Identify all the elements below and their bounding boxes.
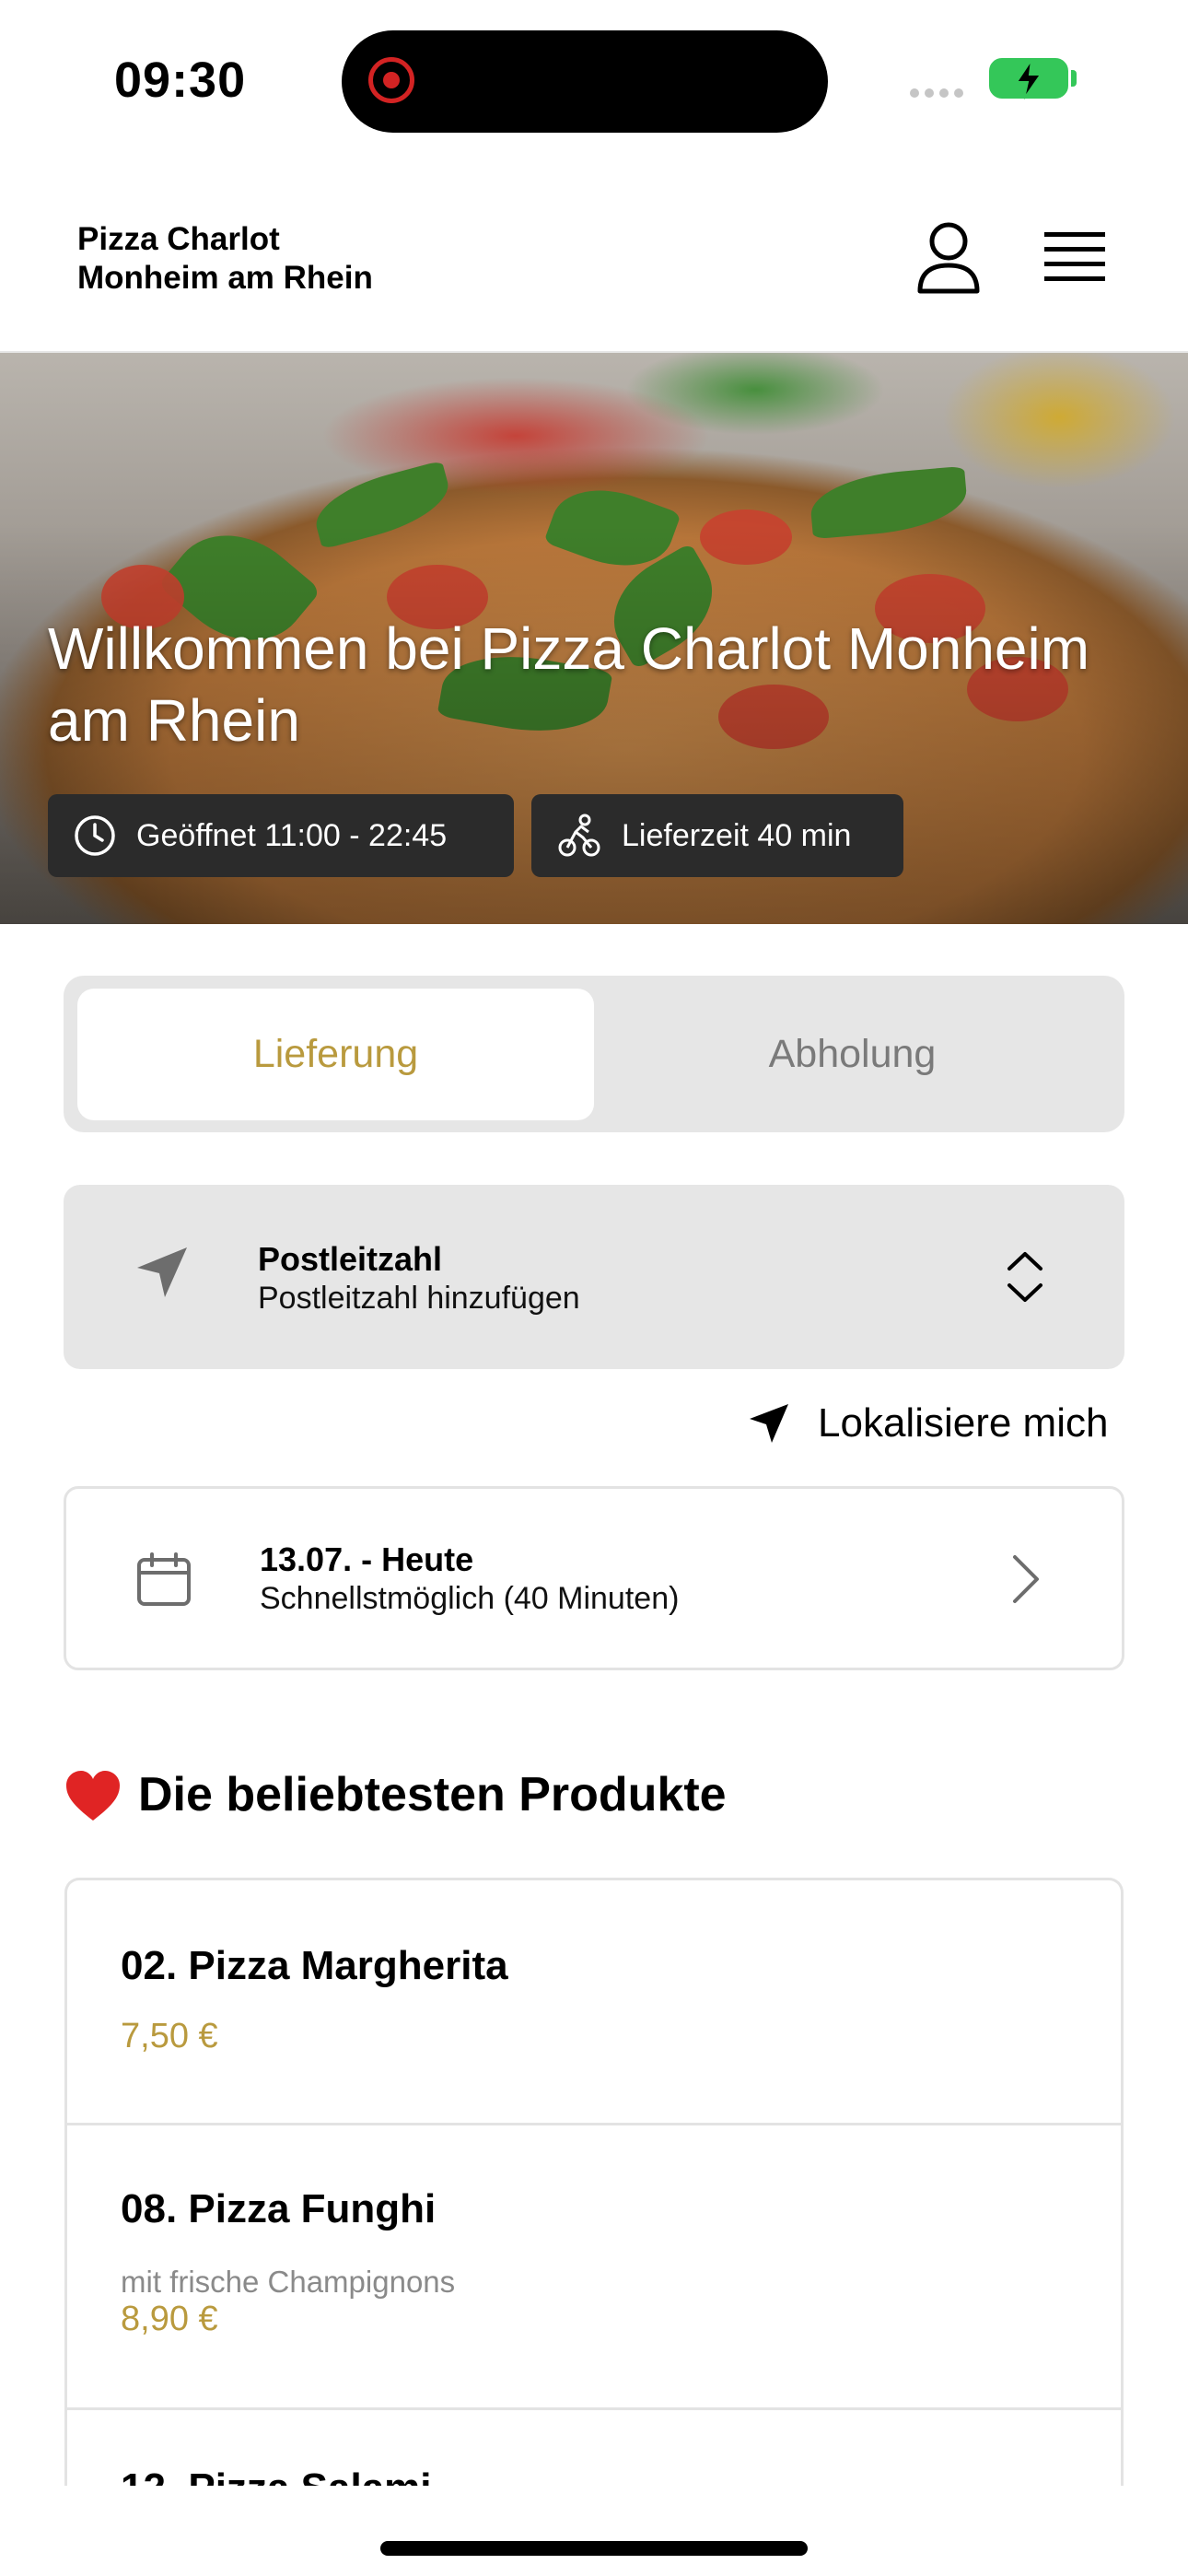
navigation-arrow-icon [750, 1404, 788, 1443]
signal-icon [910, 86, 969, 102]
postcode-value: Postleitzahl hinzufügen [258, 1281, 580, 1316]
product-price: 7,50 € [121, 2017, 218, 2055]
hero-title: Willkommen bei Pizza Charlot Monheim am … [48, 615, 1090, 754]
product-list: 02. Pizza Margherita 7,50 € 08. Pizza Fu… [64, 1878, 1124, 2486]
product-description: mit frische Champignons [121, 2265, 456, 2299]
dynamic-island [342, 30, 828, 133]
postcode-selector[interactable] [64, 1185, 1124, 1369]
tab-pickup[interactable]: Abholung [594, 989, 1111, 1120]
home-indicator [380, 2541, 808, 2556]
chevron-up-down-icon [1007, 1252, 1042, 1302]
location-arrow-icon [137, 1247, 187, 1297]
popular-products-title: Die beliebtesten Produkte [138, 1768, 727, 1821]
heart-icon [66, 1771, 120, 1821]
locate-me-button[interactable]: Lokalisiere mich [748, 1400, 1108, 1446]
product-item[interactable]: 02. Pizza Margherita 7,50 € [67, 1880, 1121, 2125]
product-name: 02. Pizza Margherita [121, 1943, 508, 1988]
charging-bolt-icon [1015, 59, 1042, 100]
bicycle-courier-icon [558, 814, 600, 857]
product-price: 8,90 € [121, 2300, 218, 2338]
date-value: Schnellstmöglich (40 Minuten) [260, 1581, 680, 1616]
calendar-icon [137, 1552, 191, 1606]
delivery-date-selector[interactable] [64, 1486, 1124, 1670]
clock-icon [75, 815, 115, 856]
tab-delivery[interactable]: Lieferung [77, 989, 594, 1120]
chevron-right-icon [1013, 1555, 1039, 1603]
product-name: 12. Pizza Salami [121, 2465, 432, 2486]
hero-banner: Willkommen bei Pizza Charlot Monheim am … [0, 353, 1188, 924]
date-label: 13.07. - Heute [260, 1540, 474, 1578]
menu-icon[interactable] [1044, 230, 1105, 284]
delivery-time-badge: Lieferzeit 40 min [531, 794, 903, 877]
delivery-time-text: Lieferzeit 40 min [622, 817, 852, 853]
postcode-label: Postleitzahl [258, 1240, 443, 1278]
recording-indicator-icon [368, 57, 414, 103]
opening-hours-text: Geöffnet 11:00 - 22:45 [136, 817, 448, 853]
user-icon[interactable] [915, 221, 982, 295]
status-time: 09:30 [114, 53, 247, 108]
locate-me-label: Lokalisiere mich [818, 1400, 1109, 1446]
product-item[interactable]: 08. Pizza Funghi mit frische Champignons… [67, 2125, 1121, 2410]
list-fade [0, 2486, 1188, 2576]
opening-hours-badge: Geöffnet 11:00 - 22:45 [48, 794, 514, 877]
battery-cap [1071, 70, 1077, 87]
restaurant-name[interactable]: Pizza Charlot Monheim am Rhein [77, 220, 373, 298]
product-name: 08. Pizza Funghi [121, 2186, 437, 2231]
product-item[interactable]: 12. Pizza Salami [67, 2410, 1121, 2486]
